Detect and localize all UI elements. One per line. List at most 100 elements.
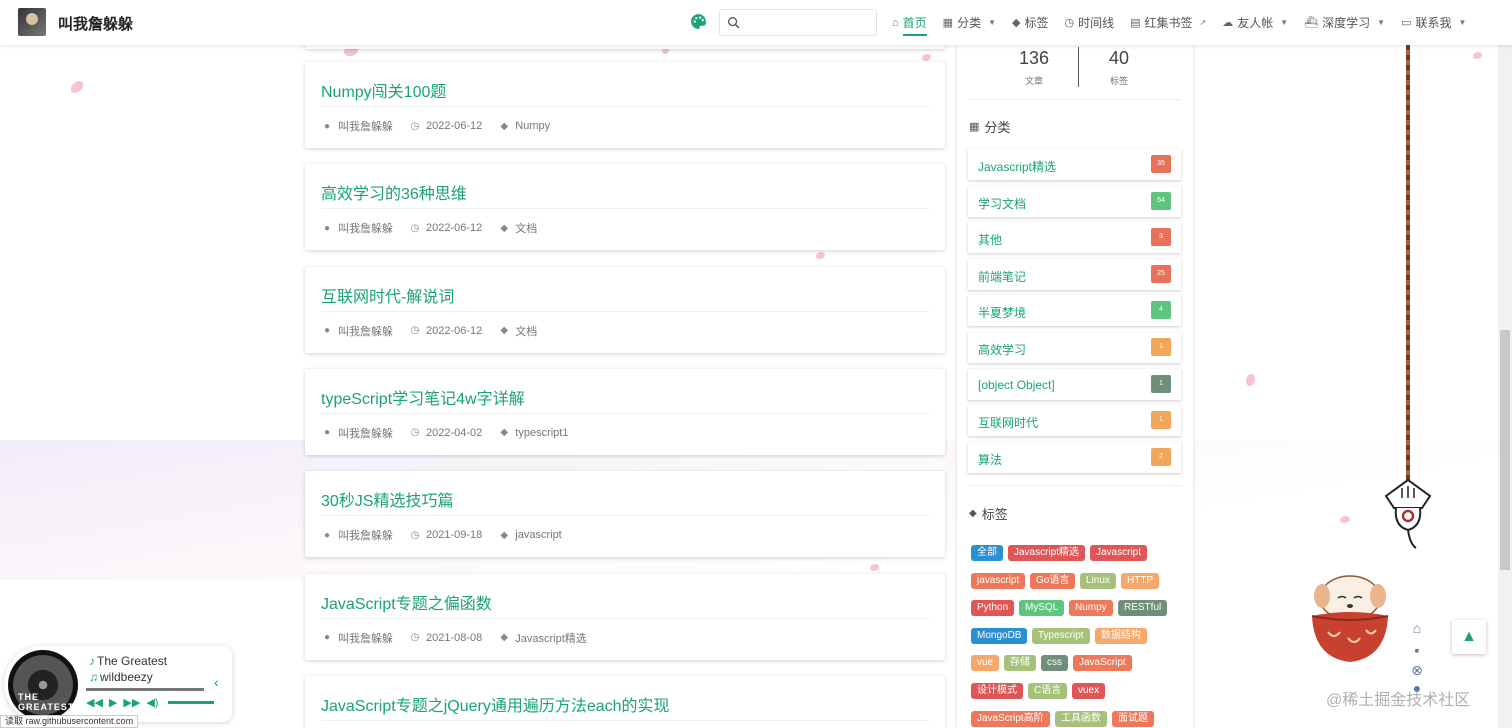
progress-bar[interactable] bbox=[86, 688, 204, 691]
stat-articles[interactable]: 136 文章 bbox=[994, 48, 1074, 87]
nav-item[interactable]: ☁ 友人帐 ▼ bbox=[1214, 0, 1296, 45]
post-title-link[interactable]: 30秒JS精选技巧篇 bbox=[321, 487, 453, 511]
category-item[interactable]: 其他 3 bbox=[968, 222, 1181, 254]
nav-item[interactable]: ▭ 联系我 ▼ bbox=[1393, 0, 1474, 45]
top-navbar: 叫我詹躲躲 ⌂ 首页 ▦ 分类 ▼ ◆ 标签 ◷ 时间线 ▤ 红集书签 ↗ ☁ 友人帐 ▼ ⛴ 深度学习 ▼ ▭ 联系… bbox=[0, 0, 1512, 45]
tag-chip[interactable]: 数据结构 bbox=[1095, 627, 1147, 644]
palette-icon[interactable] bbox=[690, 13, 707, 30]
search-input[interactable] bbox=[746, 13, 872, 32]
post-tag[interactable]: ◆ Javascript精选 bbox=[499, 630, 586, 646]
tag-chip[interactable]: Linux bbox=[1080, 572, 1116, 589]
petal-decoration bbox=[870, 564, 879, 571]
post-author-text: 叫我詹躲躲 bbox=[338, 427, 393, 440]
post-tag[interactable]: ◆ Numpy bbox=[499, 120, 550, 132]
post-title-link[interactable]: JavaScript专题之jQuery通用遍历方法each的实现 bbox=[321, 692, 670, 716]
site-avatar[interactable] bbox=[18, 8, 46, 36]
tag-chip[interactable]: vue bbox=[971, 655, 1000, 672]
post-title-link[interactable]: 互联网时代-解说词 bbox=[321, 283, 454, 307]
tag-chip[interactable]: 工具函数 bbox=[1055, 710, 1107, 727]
tag-chip[interactable]: Go语言 bbox=[1030, 572, 1076, 589]
nav-item[interactable]: ▤ 红集书签 ↗ bbox=[1122, 0, 1214, 45]
tag-chip[interactable]: C语言 bbox=[1028, 683, 1068, 699]
post-tag[interactable]: ◆ typescript1 bbox=[499, 427, 568, 439]
tag-chip[interactable]: javascript bbox=[971, 572, 1026, 589]
player-controls: ◀◀ ▶ ▶▶ ◀) bbox=[86, 696, 215, 709]
nav-item[interactable]: ▦ 分类 ▼ bbox=[935, 0, 1004, 45]
tag-chip[interactable]: JavaScript bbox=[1073, 655, 1132, 672]
nav-item-label: 红集书签 bbox=[1144, 16, 1193, 30]
category-name: 学习文档 bbox=[978, 196, 1027, 211]
comment-icon[interactable]: ▪ bbox=[1408, 642, 1426, 660]
tag-chip[interactable]: Javascript bbox=[1090, 545, 1148, 561]
volume-icon[interactable]: ◀) bbox=[146, 696, 158, 709]
sidebar-divider bbox=[969, 99, 1181, 100]
tag-chip[interactable]: Numpy bbox=[1069, 600, 1113, 617]
post-card: JavaScript专题之偏函数 ● 叫我詹躲躲 ◷ 2021-08-08 ◆ Javasc… bbox=[305, 573, 945, 660]
post-divider bbox=[321, 310, 929, 312]
stat-tags[interactable]: 40 标签 bbox=[1079, 48, 1159, 87]
back-to-top-rocket-icon[interactable]: ▲ bbox=[1452, 620, 1486, 654]
tag-chip[interactable]: 全部 bbox=[971, 545, 1003, 561]
post-date-text: 2021-09-18 bbox=[426, 529, 483, 542]
tag-chip[interactable]: MongoDB bbox=[971, 627, 1028, 644]
category-item[interactable]: 学习文档 64 bbox=[968, 185, 1181, 217]
tag-chip[interactable]: Python bbox=[971, 600, 1015, 617]
category-item[interactable]: 互联网时代 1 bbox=[968, 405, 1181, 437]
tag-icon: ◆ bbox=[500, 632, 509, 643]
tag-chip[interactable]: RESTful bbox=[1118, 600, 1168, 617]
album-cover[interactable]: THE GREATEST bbox=[8, 650, 78, 720]
tag-chip[interactable]: MySQL bbox=[1019, 600, 1065, 617]
category-item[interactable]: [object Object] 1 bbox=[968, 368, 1181, 400]
tag-chip[interactable]: 设计模式 bbox=[971, 683, 1023, 699]
previous-icon[interactable]: ◀◀ bbox=[86, 696, 103, 709]
volume-slider[interactable] bbox=[168, 701, 215, 704]
browser-status-bar: 读取 raw.githubusercontent.com bbox=[0, 715, 139, 728]
nav-item[interactable]: ⌂ 首页 bbox=[884, 0, 935, 45]
category-item[interactable]: 算法 2 bbox=[968, 441, 1181, 473]
post-divider bbox=[321, 719, 929, 721]
clock-icon: ◷ bbox=[410, 427, 420, 439]
post-title-link[interactable]: JavaScript专题之偏函数 bbox=[321, 590, 492, 614]
next-icon[interactable]: ▶▶ bbox=[123, 696, 140, 709]
post-title-link[interactable]: Numpy闯关100题 bbox=[321, 78, 446, 102]
post-tag[interactable]: ◆ 文档 bbox=[499, 323, 537, 339]
post-divider bbox=[321, 515, 929, 517]
post-author-text: 叫我詹躲躲 bbox=[338, 223, 393, 236]
close-icon[interactable]: ⊗ bbox=[1408, 662, 1426, 680]
category-item[interactable]: 半夏梦境 4 bbox=[968, 295, 1181, 327]
tag-chip[interactable]: JavaScript高阶 bbox=[971, 710, 1050, 727]
home-icon: ⌂ bbox=[892, 16, 899, 29]
nav-item[interactable]: ⛴ 深度学习 ▼ bbox=[1296, 0, 1393, 45]
post-tag[interactable]: ◆ javascript bbox=[499, 529, 561, 541]
clock-icon: ◷ bbox=[410, 325, 420, 337]
petal-decoration bbox=[1246, 374, 1255, 386]
post-title-link[interactable]: 高效学习的36种思维 bbox=[321, 180, 467, 204]
collapse-chevron-icon[interactable]: ‹ bbox=[214, 674, 219, 690]
post-title-link[interactable]: typeScript学习笔记4w字详解 bbox=[321, 385, 525, 409]
search-icon bbox=[728, 17, 740, 29]
tag-chip[interactable]: 面试题 bbox=[1112, 710, 1154, 727]
nav-item-label: 分类 bbox=[957, 16, 982, 30]
nav-item[interactable]: ◆ 标签 bbox=[1004, 0, 1056, 45]
grid-icon: ▦ bbox=[942, 17, 954, 29]
scrollbar-thumb[interactable] bbox=[1500, 330, 1510, 570]
category-item[interactable]: Javascript精选 35 bbox=[968, 149, 1181, 180]
tag-chip[interactable]: 存储 bbox=[1004, 655, 1036, 672]
category-item[interactable]: 高效学习 1 bbox=[968, 332, 1181, 363]
tag-chip[interactable]: css bbox=[1041, 655, 1068, 672]
tag-chip[interactable]: Typescript bbox=[1032, 627, 1090, 644]
category-item[interactable]: 前端笔记 25 bbox=[968, 258, 1181, 290]
category-count-badge: 1 bbox=[1151, 374, 1171, 393]
site-title[interactable]: 叫我詹躲躲 bbox=[58, 13, 133, 34]
tag-chip[interactable]: Javascript精选 bbox=[1008, 545, 1086, 561]
play-icon[interactable]: ▶ bbox=[109, 696, 117, 709]
post-tag[interactable]: ◆ 文档 bbox=[499, 220, 537, 236]
book-icon: ▤ bbox=[1130, 17, 1141, 29]
tag-chip[interactable]: vuex bbox=[1072, 683, 1106, 699]
nav-item[interactable]: ◷ 时间线 bbox=[1057, 0, 1123, 45]
post-author-text: 叫我詹躲躲 bbox=[338, 530, 393, 543]
tag-icon: ◆ bbox=[1012, 17, 1021, 29]
home-icon[interactable]: ⌂ bbox=[1408, 620, 1426, 638]
tag-chip[interactable]: HTTP bbox=[1121, 572, 1160, 589]
mail-icon: ▭ bbox=[1401, 17, 1412, 29]
